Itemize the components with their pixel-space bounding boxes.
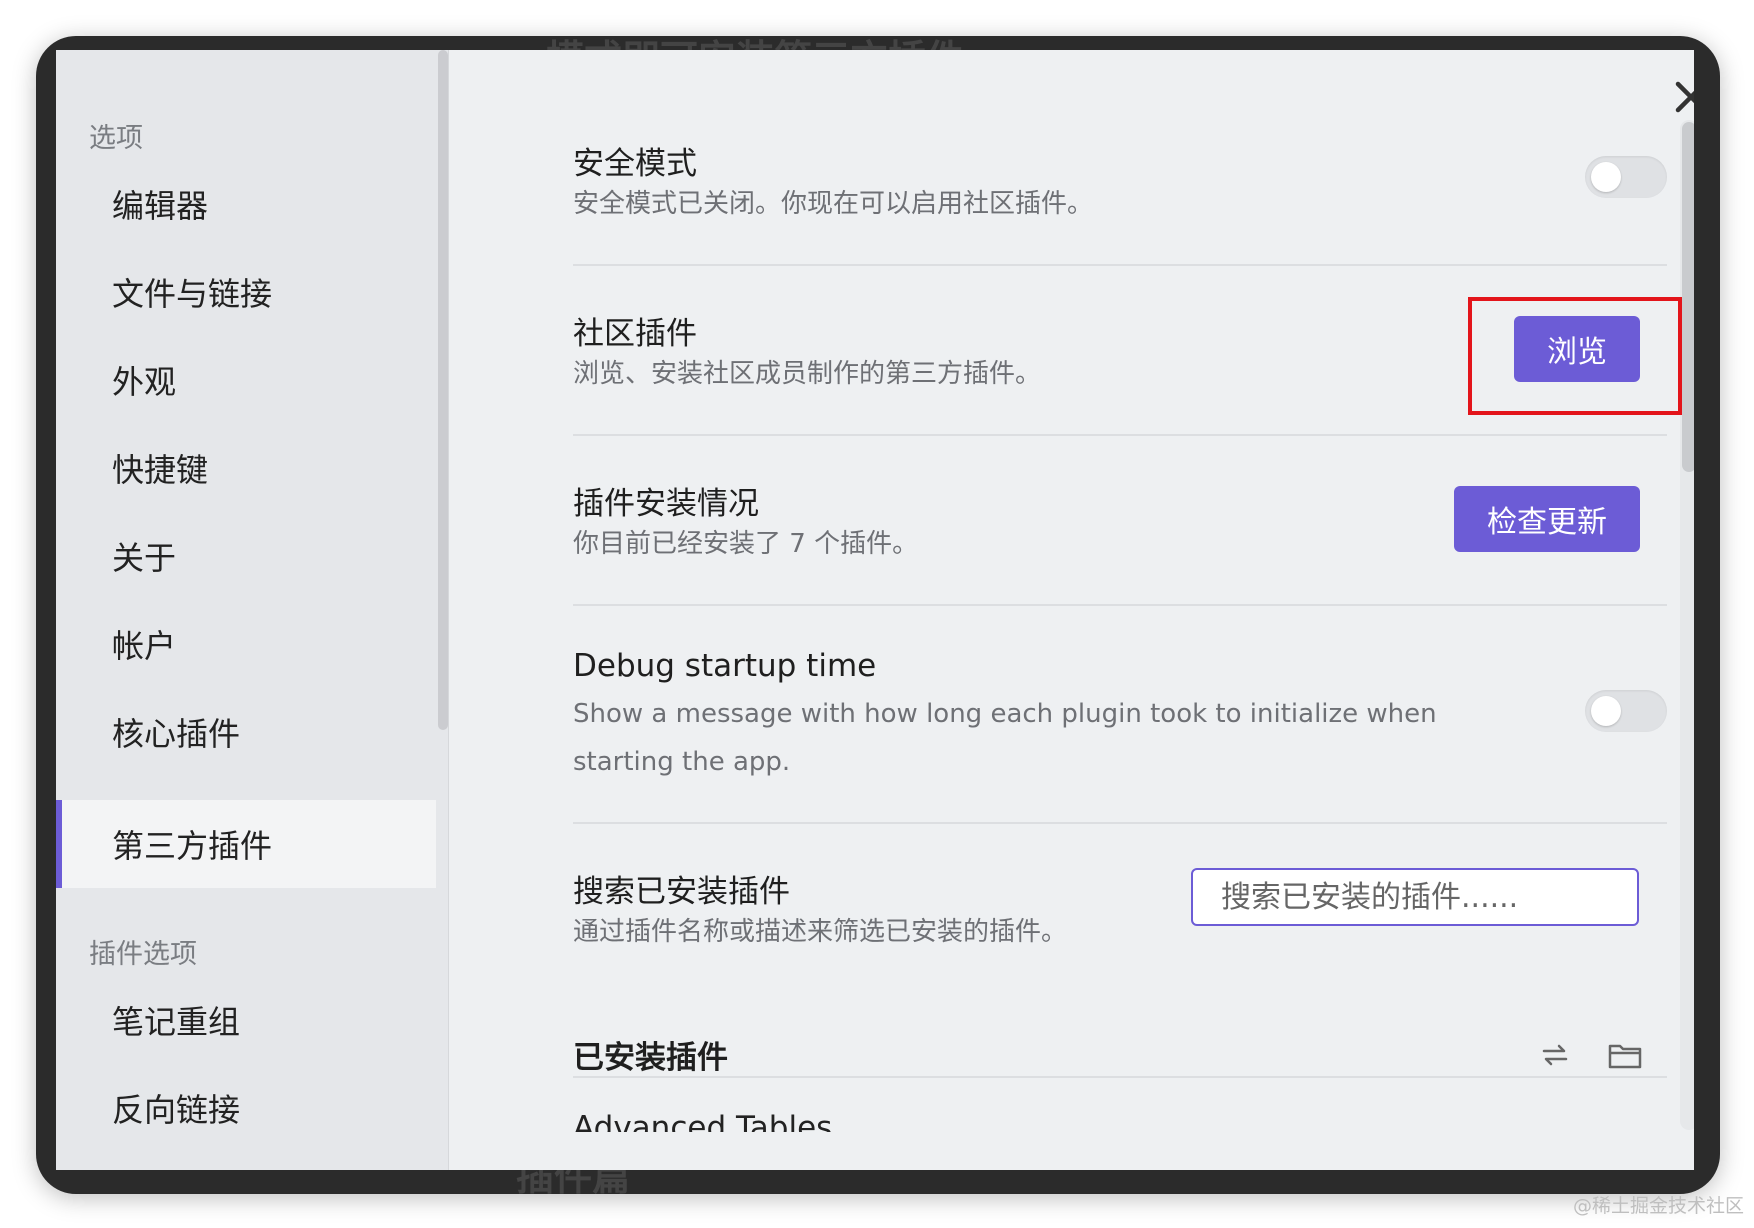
divider (573, 822, 1667, 824)
sidebar-item-label: 关于 (112, 539, 177, 577)
debug-startup-description-line1: Show a message with how long each plugin… (573, 699, 1437, 729)
check-updates-button[interactable]: 检查更新 (1454, 486, 1640, 552)
safe-mode-title: 安全模式 (573, 146, 697, 182)
reload-icon[interactable] (1535, 1035, 1575, 1075)
debug-startup-description-line2: starting the app. (573, 747, 791, 777)
installed-plugins-heading: 已安装插件 (573, 1040, 728, 1076)
search-installed-description: 通过插件名称或描述来筛选已安装的插件。 (573, 917, 1068, 947)
divider (573, 1076, 1667, 1078)
close-icon[interactable] (1669, 78, 1694, 122)
sidebar-item-hotkeys[interactable]: 快捷键 (56, 424, 436, 512)
sidebar-item-label: 编辑器 (112, 187, 209, 225)
content-scrollbar-thumb[interactable] (1682, 122, 1694, 472)
divider (573, 434, 1667, 436)
sidebar-item-label: 文件与链接 (112, 275, 273, 313)
sidebar-item-third-party-plugins[interactable]: 第三方插件 (56, 800, 436, 888)
settings-content: 安全模式 安全模式已关闭。你现在可以启用社区插件。 社区插件 浏览、安装社区成员… (449, 50, 1694, 1170)
divider (573, 264, 1667, 266)
safe-mode-description: 安全模式已关闭。你现在可以启用社区插件。 (573, 189, 1094, 219)
sidebar-item-label: 反向链接 (112, 1091, 241, 1129)
settings-sidebar: 选项 编辑器 文件与链接 外观 快捷键 关于 帐户 核心插件 第三方插件 插件选… (56, 50, 449, 1170)
sidebar-item-label: 快捷键 (112, 451, 209, 489)
watermark: @稀土掘金技术社区 (1572, 1195, 1744, 1217)
folder-icon[interactable] (1605, 1035, 1645, 1075)
installed-plugin-name: Advanced Tables (573, 1110, 833, 1132)
sidebar-item-note-refactor[interactable]: 笔记重组 (56, 976, 436, 1064)
sidebar-item-core-plugins[interactable]: 核心插件 (56, 688, 436, 776)
sidebar-item-account[interactable]: 帐户 (56, 600, 436, 688)
safe-mode-toggle[interactable] (1585, 156, 1667, 198)
divider (573, 604, 1667, 606)
sidebar-heading-options: 选项 (89, 123, 143, 154)
sidebar-item-label: 外观 (112, 363, 177, 401)
install-status-description: 你目前已经安装了 7 个插件。 (573, 529, 919, 559)
sidebar-item-editor[interactable]: 编辑器 (56, 160, 436, 248)
community-plugins-description: 浏览、安装社区成员制作的第三方插件。 (573, 359, 1042, 389)
search-installed-input[interactable] (1191, 868, 1639, 926)
sidebar-item-backlinks[interactable]: 反向链接 (56, 1064, 436, 1152)
install-status-title: 插件安装情况 (573, 486, 759, 522)
sidebar-item-label: 帐户 (112, 627, 177, 665)
sidebar-item-files-links[interactable]: 文件与链接 (56, 248, 436, 336)
toggle-knob (1591, 162, 1621, 192)
community-plugins-title: 社区插件 (573, 316, 697, 352)
sidebar-heading-plugin-options: 插件选项 (89, 939, 197, 970)
search-installed-title: 搜索已安装插件 (573, 874, 790, 910)
sidebar-item-label: 笔记重组 (112, 1003, 241, 1041)
debug-startup-toggle[interactable] (1585, 690, 1667, 732)
sidebar-item-about[interactable]: 关于 (56, 512, 436, 600)
sidebar-item-appearance[interactable]: 外观 (56, 336, 436, 424)
browse-button[interactable]: 浏览 (1514, 316, 1640, 382)
toggle-knob (1591, 696, 1621, 726)
sidebar-scrollbar[interactable] (438, 50, 448, 730)
sidebar-item-label: 核心插件 (112, 715, 241, 753)
debug-startup-title: Debug startup time (573, 648, 877, 684)
settings-modal: 选项 编辑器 文件与链接 外观 快捷键 关于 帐户 核心插件 第三方插件 插件选… (56, 50, 1694, 1170)
sidebar-item-label: 第三方插件 (112, 827, 273, 865)
